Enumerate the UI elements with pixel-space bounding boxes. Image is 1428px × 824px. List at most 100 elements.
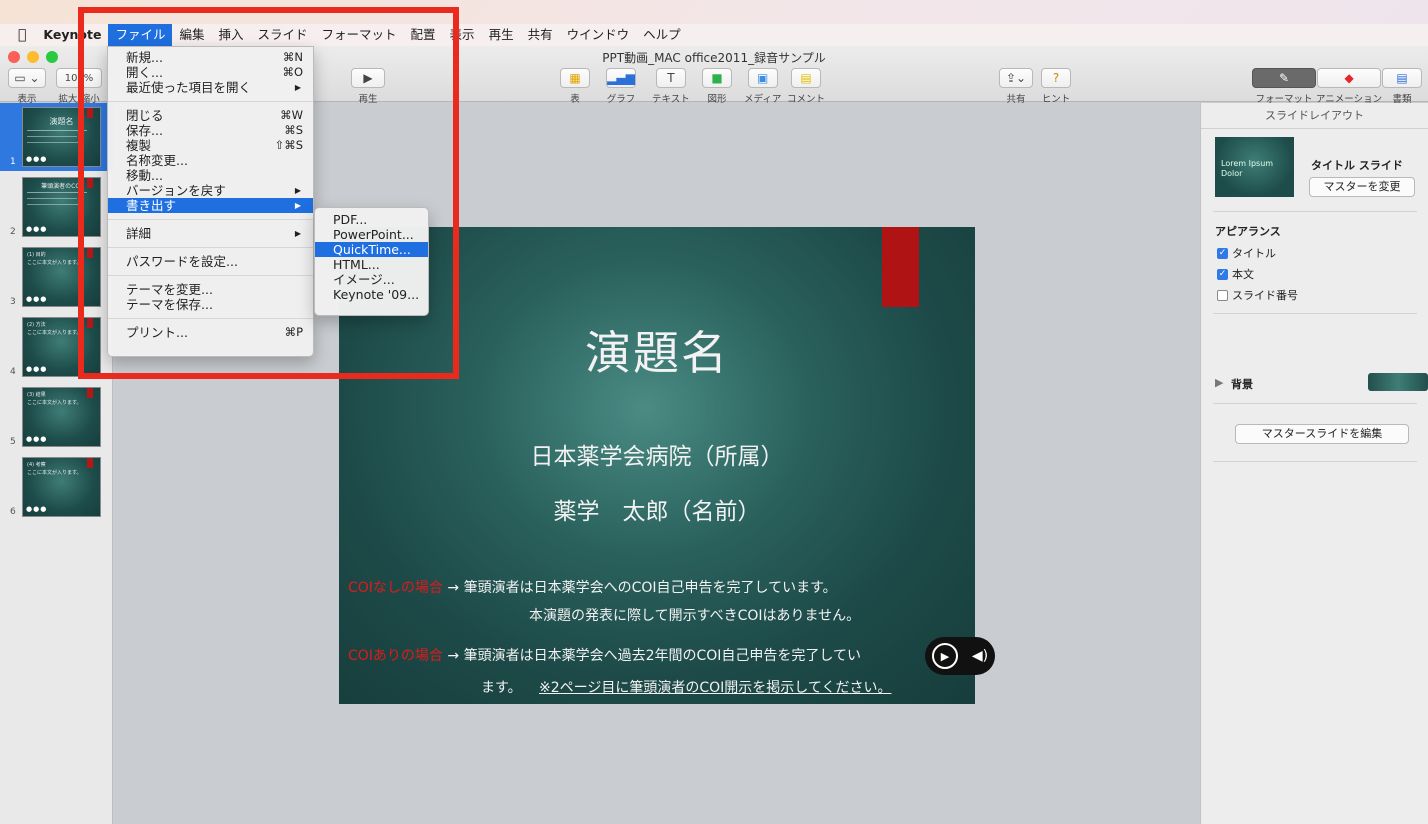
checkmark-icon: ✓ [1217,247,1228,259]
disclosure-triangle-icon[interactable]: ▶ [1215,376,1223,389]
menu-file[interactable]: ファイル [108,24,173,46]
menu-item-print[interactable]: プリント... ⌘P [108,325,313,340]
edit-master-slide-button[interactable]: マスタースライドを編集 [1235,424,1409,444]
background-heading[interactable]: 背景 [1231,376,1253,392]
coi-yes-note[interactable]: ※2ページ目に筆頭演者のCOI開示を掲示してください。 [539,677,891,697]
slide-number: 5 [10,437,16,447]
export-quicktime[interactable]: QuickTime... [315,242,428,257]
menu-item-change-theme[interactable]: テーマを変更... [108,282,313,297]
coi-yes-text: → 筆頭演者は日本薬学会へ過去2年間のCOI自己申告を完了してい [442,648,861,664]
title-checkbox[interactable]: ✓ タイトル [1217,245,1276,261]
animate-button[interactable]: ◆ アニメーション [1316,68,1382,105]
menu-item-label: 移動... [126,168,163,183]
shape-icon: ■ [702,68,732,88]
current-slide[interactable]: 演題名 日本薬学会病院（所属） 薬学 太郎（名前） COIなしの場合 → 筆頭演… [339,227,975,704]
tips-icon: ? [1041,68,1071,88]
document-button[interactable]: ▤ 書類 [1382,68,1422,105]
export-powerpoint[interactable]: PowerPoint... [315,227,428,242]
submenu-arrow-icon: ▶ [294,201,301,210]
chart-button[interactable]: ▂▄▆ グラフ [606,68,636,105]
thumb-title: (4) 考察 [27,462,46,468]
menu-app-name[interactable]: Keynote [36,24,108,46]
slide-thumbnail[interactable]: (3) 結果 ここに本文が入ります。 ●●● 5 [0,383,113,451]
change-master-button[interactable]: マスターを変更 [1309,177,1415,197]
comment-icon: ▤ [791,68,821,88]
slide-presenter-name[interactable]: 薬学 太郎（名前） [339,492,975,526]
tips-button[interactable]: ? ヒント [1041,68,1071,105]
menu-item-save-theme[interactable]: テーマを保存... [108,297,313,312]
slide-title[interactable]: 演題名 [339,317,975,383]
menu-item-label: テーマを保存... [126,297,213,312]
shortcut-label: ⌘P [284,325,303,339]
shortcut-label: ⇧⌘S [274,138,303,152]
comment-button[interactable]: ▤ コメント [787,68,825,105]
slide-number: 6 [10,507,16,517]
zoom-button[interactable]: 100% 拡大/縮小 [56,68,102,105]
menu-item-duplicate[interactable]: 複製 ⇧⌘S [108,138,313,153]
body-checkbox[interactable]: ✓ 本文 [1217,266,1254,282]
thumb-body: ここに本文が入ります。 [27,470,82,476]
export-image[interactable]: イメージ... [315,272,428,287]
menu-arrange[interactable]: 配置 [404,24,443,46]
slide-thumbnail[interactable]: (1) 目的 ここに本文が入ります。 ●●● 3 [0,243,113,311]
layout-thumbnail[interactable]: Lorem Ipsum Dolor [1215,137,1294,197]
thumb-dots: ●●● [26,435,48,443]
menu-edit[interactable]: 編集 [172,24,211,46]
coi-none-line[interactable]: COIなしの場合 → 筆頭演者は日本薬学会へのCOI自己申告を完了しています。 [348,577,837,597]
menu-item-save[interactable]: 保存... ⌘S [108,123,313,138]
play-audio-icon[interactable]: ▶ [931,643,958,669]
menu-play[interactable]: 再生 [482,24,521,46]
volume-icon[interactable]: ◀) [972,648,988,664]
menu-item-rename[interactable]: 名称変更... [108,153,313,168]
layout-name: タイトル スライド [1311,159,1403,172]
menu-help[interactable]: ヘルプ [636,24,688,46]
shape-button[interactable]: ■ 図形 [702,68,732,105]
menu-view[interactable]: 表示 [443,24,482,46]
menu-item-set-password[interactable]: パスワードを設定... [108,254,313,269]
audio-controls[interactable]: ▶ ◀) [925,637,995,675]
play-button[interactable]: ▶ 再生 [351,68,385,105]
format-button[interactable]: ✎ フォーマット [1252,68,1316,105]
menu-insert[interactable]: 挿入 [211,24,250,46]
coi-none-text2[interactable]: 本演題の発表に際して開示すべきCOIはありません。 [529,605,860,625]
menu-share[interactable]: 共有 [521,24,560,46]
menu-item-revert[interactable]: バージョンを戻す ▶ [108,183,313,198]
slide-thumbnail[interactable]: 筆頭演者のCOI ●●● 2 [0,173,113,241]
thumb-dots: ●●● [26,225,48,233]
menu-item-close[interactable]: 閉じる ⌘W [108,108,313,123]
slide-affiliation[interactable]: 日本薬学会病院（所属） [339,437,975,471]
menu-slide[interactable]: スライド [251,24,315,46]
coi-yes-label: COIありの場合 [348,648,443,664]
menu-item-open-recent[interactable]: 最近使った項目を開く ▶ [108,80,313,95]
sidebar-view-icon: ▭ ⌄ [8,68,46,88]
media-button[interactable]: ▣ メディア [744,68,781,105]
slide-preview: (1) 目的 ここに本文が入ります。 ●●● [22,247,101,307]
menu-item-advanced[interactable]: 詳細 ▶ [108,226,313,241]
shortcut-label: ⌘N [282,50,303,64]
menu-item-move[interactable]: 移動... [108,168,313,183]
submenu-arrow-icon: ▶ [294,83,301,92]
view-button[interactable]: ▭ ⌄ 表示 [8,68,46,105]
export-pdf[interactable]: PDF... [315,212,428,227]
coi-yes-line[interactable]: COIありの場合 → 筆頭演者は日本薬学会へ過去2年間のCOI自己申告を完了して… [348,645,861,665]
zoom-value: 100% [56,68,102,88]
menu-window[interactable]: ウインドウ [560,24,637,46]
coi-yes-text2[interactable]: ます。 [481,677,522,697]
table-button[interactable]: ▦ 表 [560,68,590,105]
export-keynote09[interactable]: Keynote '09... [315,287,428,302]
menu-separator [108,219,313,220]
export-html[interactable]: HTML... [315,257,428,272]
apple-menu-icon[interactable]:  [0,24,36,46]
share-button[interactable]: ⇪⌄ 共有 [999,68,1033,105]
menu-format[interactable]: フォーマット [315,24,404,46]
background-color-well[interactable] [1368,373,1428,391]
menu-item-new[interactable]: 新規... ⌘N [108,50,313,65]
slide-thumbnail[interactable]: (2) 方法 ここに本文が入ります。 ●●● 4 [0,313,113,381]
slide-number-checkbox[interactable]: スライド番号 [1217,287,1298,303]
slide-number-checkbox-label: スライド番号 [1232,289,1298,302]
menu-item-open[interactable]: 開く... ⌘O [108,65,313,80]
slide-thumbnail[interactable]: 演題名 ●●● 1 [0,103,113,171]
menu-item-export[interactable]: 書き出す ▶ [108,198,313,213]
slide-thumbnail[interactable]: (4) 考察 ここに本文が入ります。 ●●● 6 [0,453,113,521]
text-button[interactable]: T テキスト [652,68,690,105]
